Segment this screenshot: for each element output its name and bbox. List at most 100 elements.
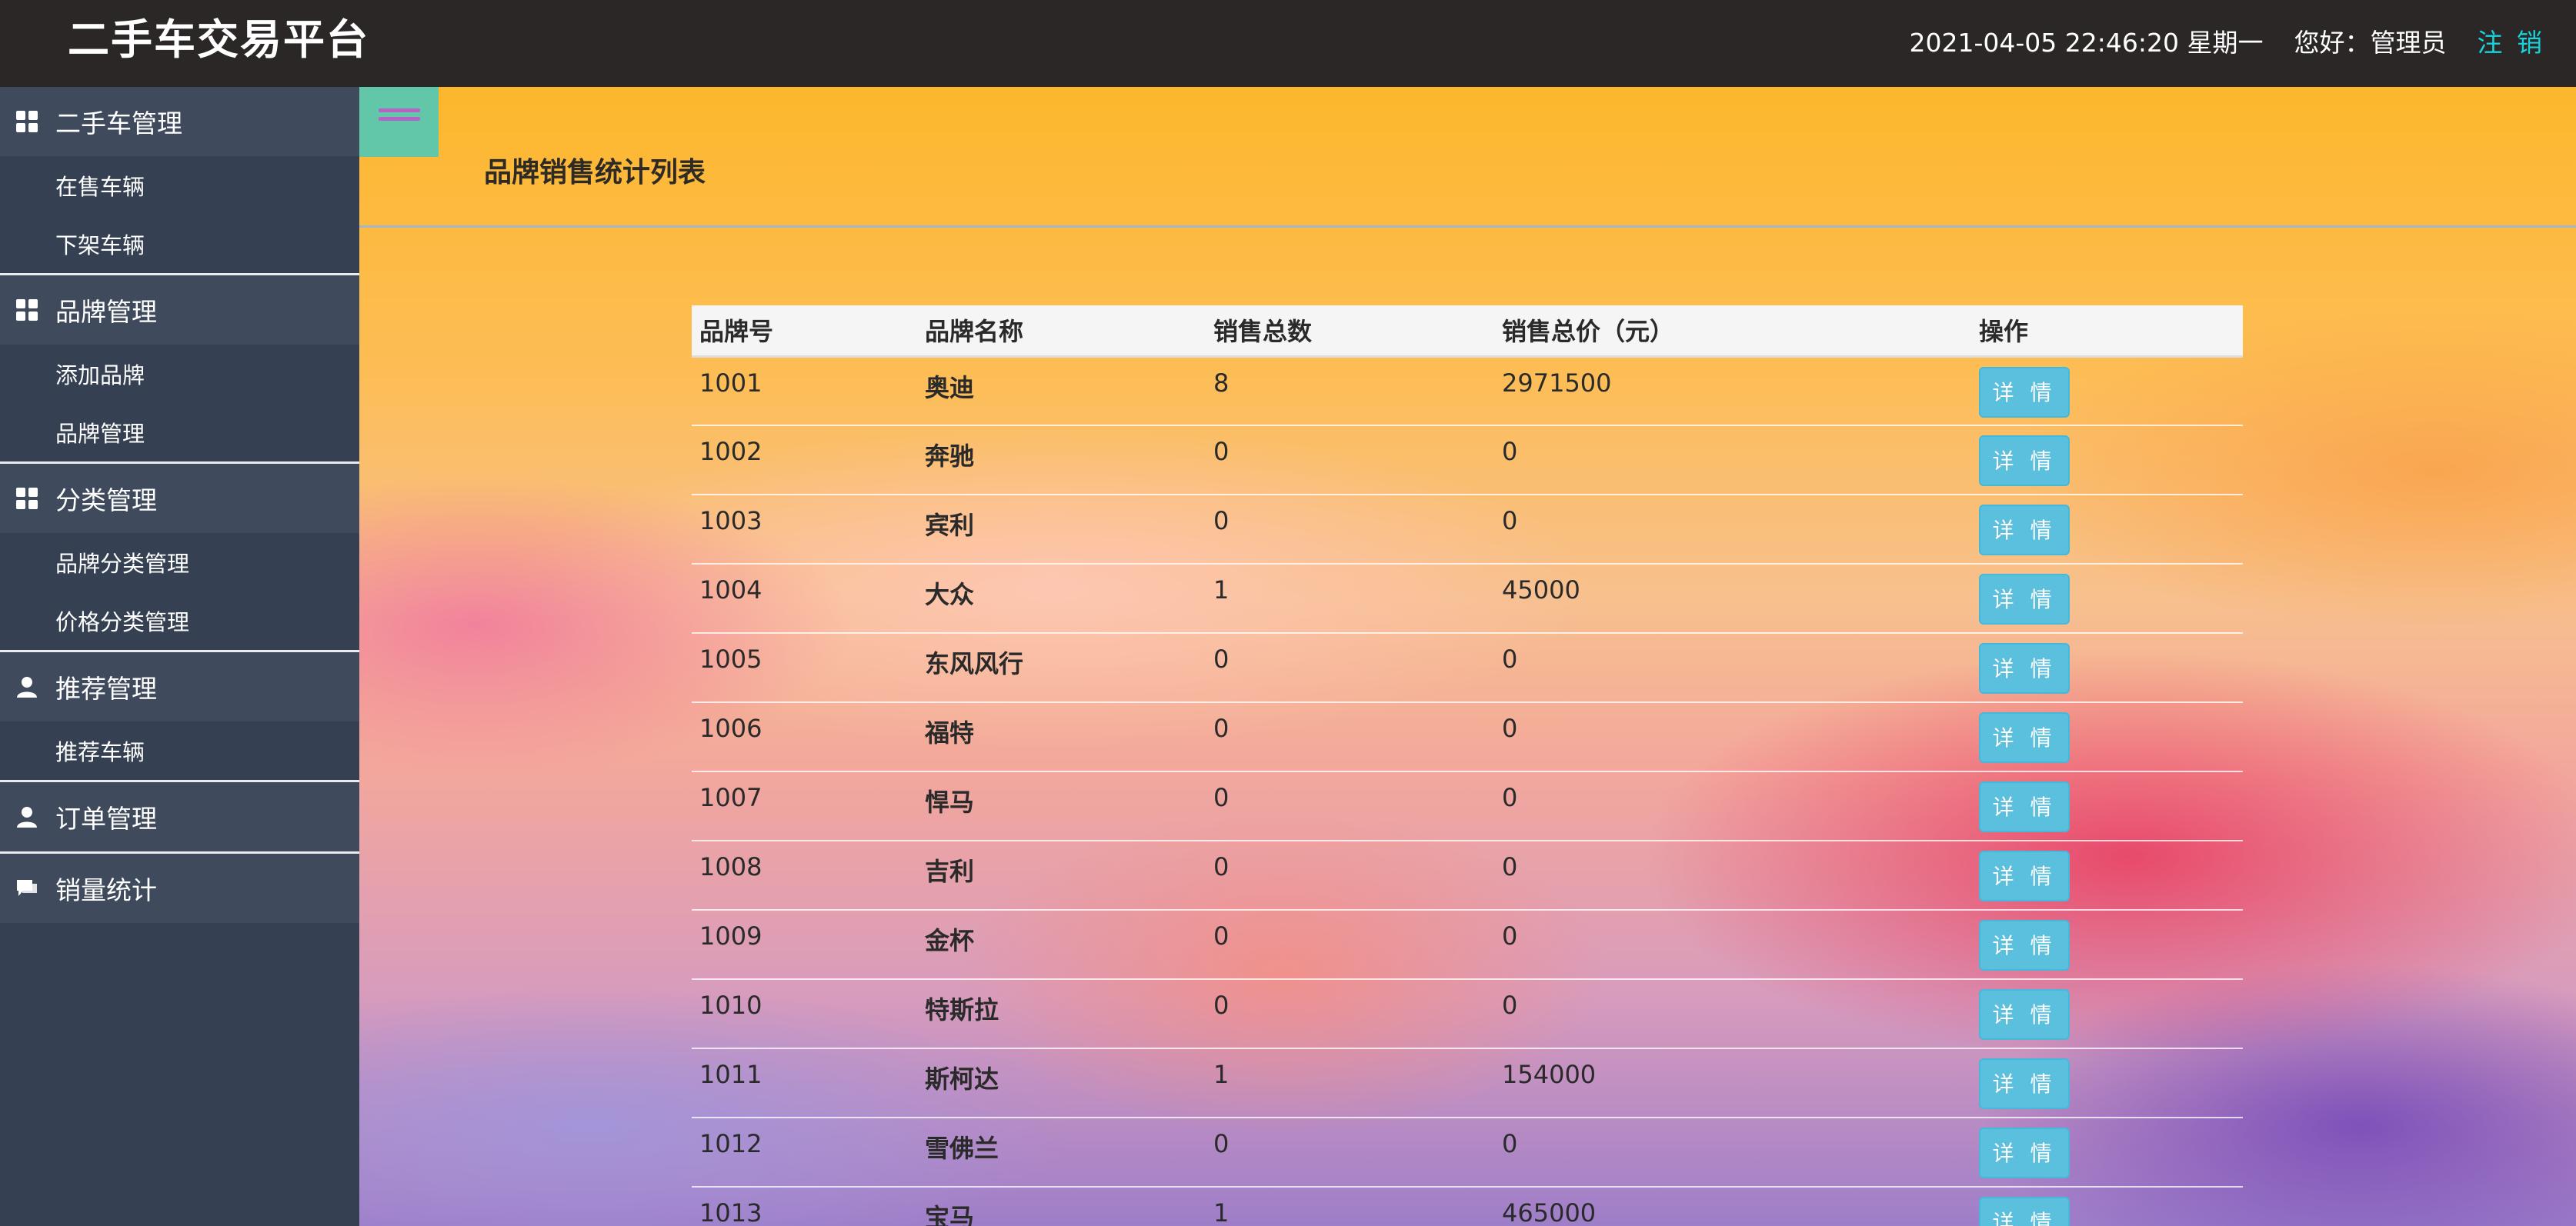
brand-name-cell: 吉利 bbox=[917, 841, 1206, 911]
sales-total-cell: 0 bbox=[1494, 425, 1971, 495]
brand-id-cell: 1012 bbox=[692, 1118, 917, 1188]
chat-icon bbox=[15, 877, 38, 900]
brand-id-cell: 1009 bbox=[692, 910, 917, 980]
brand-id-cell: 1011 bbox=[692, 1048, 917, 1118]
detail-button[interactable]: 详 情 bbox=[1979, 781, 2070, 832]
sales-count-cell: 0 bbox=[1206, 910, 1494, 980]
table-row: 1003 宾利 0 0 详 情 bbox=[692, 495, 2243, 565]
sales-count-cell: 0 bbox=[1206, 841, 1494, 911]
action-cell: 详 情 bbox=[1971, 1118, 2243, 1188]
brand-name-cell: 金杯 bbox=[917, 910, 1206, 980]
brand-sales-table: 品牌号 品牌名称 销售总数 销售总价（元） 操作 1001 奥迪 8 2971500 详… bbox=[692, 305, 2243, 1226]
sidebar-group-2[interactable]: 分类管理 bbox=[0, 464, 359, 533]
user-icon bbox=[15, 675, 38, 698]
action-cell: 详 情 bbox=[1971, 1048, 2243, 1118]
sales-count-cell: 1 bbox=[1206, 564, 1494, 634]
action-cell: 详 情 bbox=[1971, 910, 2243, 980]
sales-total-cell: 0 bbox=[1494, 910, 1971, 980]
sales-count-cell: 0 bbox=[1206, 1118, 1494, 1188]
brand-id-cell: 1001 bbox=[692, 356, 917, 426]
table-row: 1002 奔驰 0 0 详 情 bbox=[692, 425, 2243, 495]
top-info: 2021-04-05 22:46:20 星期一 您好：管理员 注 销 bbox=[1910, 22, 2545, 60]
sales-count-cell: 0 bbox=[1206, 702, 1494, 772]
logout-link[interactable]: 注 销 bbox=[2478, 22, 2546, 59]
detail-button[interactable]: 详 情 bbox=[1979, 505, 2070, 555]
detail-button[interactable]: 详 情 bbox=[1979, 643, 2070, 694]
sales-total-cell: 0 bbox=[1494, 841, 1971, 911]
brand-id-cell: 1010 bbox=[692, 979, 917, 1049]
detail-button[interactable]: 详 情 bbox=[1979, 435, 2070, 486]
action-cell: 详 情 bbox=[1971, 633, 2243, 703]
sales-total-cell: 0 bbox=[1494, 771, 1971, 841]
table-row: 1013 宝马 1 465000 详 情 bbox=[692, 1187, 2243, 1226]
app-title: 二手车交易平台 bbox=[68, 15, 369, 64]
brand-id-cell: 1013 bbox=[692, 1187, 917, 1226]
table-row: 1001 奥迪 8 2971500 详 情 bbox=[692, 356, 2243, 426]
detail-button[interactable]: 详 情 bbox=[1979, 1128, 2070, 1178]
sales-total-cell: 45000 bbox=[1494, 564, 1971, 634]
action-cell: 详 情 bbox=[1971, 564, 2243, 634]
datetime: 2021-04-05 22:46:20 星期一 bbox=[1909, 28, 2264, 58]
sales-count-cell: 0 bbox=[1206, 979, 1494, 1049]
sales-total-cell: 465000 bbox=[1494, 1187, 1971, 1226]
sidebar-item[interactable]: 推荐车辆 bbox=[0, 721, 359, 780]
sidebar-item[interactable]: 添加品牌 bbox=[0, 345, 359, 403]
sidebar-item[interactable]: 品牌分类管理 bbox=[0, 533, 359, 591]
title-divider bbox=[359, 225, 2576, 228]
page-title: 品牌销售统计列表 bbox=[484, 157, 706, 188]
greeting: 您好：管理员 bbox=[2294, 28, 2447, 58]
sidebar-toggle-button[interactable] bbox=[359, 87, 439, 157]
table-row: 1012 雪佛兰 0 0 详 情 bbox=[692, 1118, 2243, 1188]
brand-id-cell: 1008 bbox=[692, 841, 917, 911]
action-cell: 详 情 bbox=[1971, 495, 2243, 565]
brand-name-cell: 特斯拉 bbox=[917, 979, 1206, 1049]
table-header-row: 品牌号 品牌名称 销售总数 销售总价（元） 操作 bbox=[692, 305, 2243, 358]
brand-id-cell: 1003 bbox=[692, 495, 917, 565]
detail-button[interactable]: 详 情 bbox=[1979, 1058, 2070, 1109]
sales-count-cell: 8 bbox=[1206, 356, 1494, 426]
sales-total-cell: 0 bbox=[1494, 1118, 1971, 1188]
detail-button[interactable]: 详 情 bbox=[1979, 989, 2070, 1040]
action-cell: 详 情 bbox=[1971, 356, 2243, 426]
table-row: 1010 特斯拉 0 0 详 情 bbox=[692, 979, 2243, 1049]
brand-name-cell: 宝马 bbox=[917, 1187, 1206, 1226]
sidebar-item[interactable]: 在售车辆 bbox=[0, 156, 359, 215]
brand-name-cell: 悍马 bbox=[917, 771, 1206, 841]
sidebar-group-5[interactable]: 销量统计 bbox=[0, 854, 359, 923]
sidebar-group-1[interactable]: 品牌管理 bbox=[0, 275, 359, 345]
table-row: 1008 吉利 0 0 详 情 bbox=[692, 841, 2243, 911]
table-row: 1011 斯柯达 1 154000 详 情 bbox=[692, 1048, 2243, 1118]
detail-button[interactable]: 详 情 bbox=[1979, 366, 2070, 418]
brand-name-cell: 东风风行 bbox=[917, 633, 1206, 703]
detail-button[interactable]: 详 情 bbox=[1979, 574, 2070, 625]
table-row: 1006 福特 0 0 详 情 bbox=[692, 702, 2243, 772]
sales-total-cell: 0 bbox=[1494, 633, 1971, 703]
sidebar-item[interactable]: 品牌管理 bbox=[0, 403, 359, 461]
action-cell: 详 情 bbox=[1971, 425, 2243, 495]
sales-total-cell: 0 bbox=[1494, 702, 1971, 772]
sales-total-cell: 2971500 bbox=[1494, 356, 1971, 426]
detail-button[interactable]: 详 情 bbox=[1979, 712, 2070, 763]
main-content: 品牌销售统计列表 品牌号 品牌名称 销售总数 销售总价（元） 操作 1001 奥迪… bbox=[359, 87, 2576, 1226]
sales-total-cell: 0 bbox=[1494, 495, 1971, 565]
sidebar: 二手车管理 在售车辆 下架车辆 品牌管理 添加品牌 品牌管理 分类管理 品牌分类管理 价格分类管… bbox=[0, 87, 359, 1226]
sidebar-item[interactable]: 下架车辆 bbox=[0, 215, 359, 273]
detail-button[interactable]: 详 情 bbox=[1979, 1197, 2070, 1226]
brand-name-cell: 雪佛兰 bbox=[917, 1118, 1206, 1188]
sales-total-cell: 154000 bbox=[1494, 1048, 1971, 1118]
detail-button[interactable]: 详 情 bbox=[1979, 851, 2070, 901]
sidebar-group-4[interactable]: 订单管理 bbox=[0, 782, 359, 851]
sidebar-item[interactable]: 价格分类管理 bbox=[0, 591, 359, 650]
sidebar-group-0[interactable]: 二手车管理 bbox=[0, 87, 359, 156]
table-row: 1007 悍马 0 0 详 情 bbox=[692, 771, 2243, 841]
sidebar-group-3[interactable]: 推荐管理 bbox=[0, 652, 359, 721]
table-row: 1004 大众 1 45000 详 情 bbox=[692, 564, 2243, 634]
sales-total-cell: 0 bbox=[1494, 979, 1971, 1049]
action-cell: 详 情 bbox=[1971, 702, 2243, 772]
top-bar: 二手车交易平台 2021-04-05 22:46:20 星期一 您好：管理员 注… bbox=[0, 0, 2576, 87]
sidebar-group-label: 推荐管理 bbox=[55, 674, 157, 704]
sales-table-container: 品牌号 品牌名称 销售总数 销售总价（元） 操作 1001 奥迪 8 2971500 详… bbox=[692, 305, 2243, 1226]
detail-button[interactable]: 详 情 bbox=[1979, 920, 2070, 971]
action-cell: 详 情 bbox=[1971, 979, 2243, 1049]
sales-count-cell: 1 bbox=[1206, 1048, 1494, 1118]
